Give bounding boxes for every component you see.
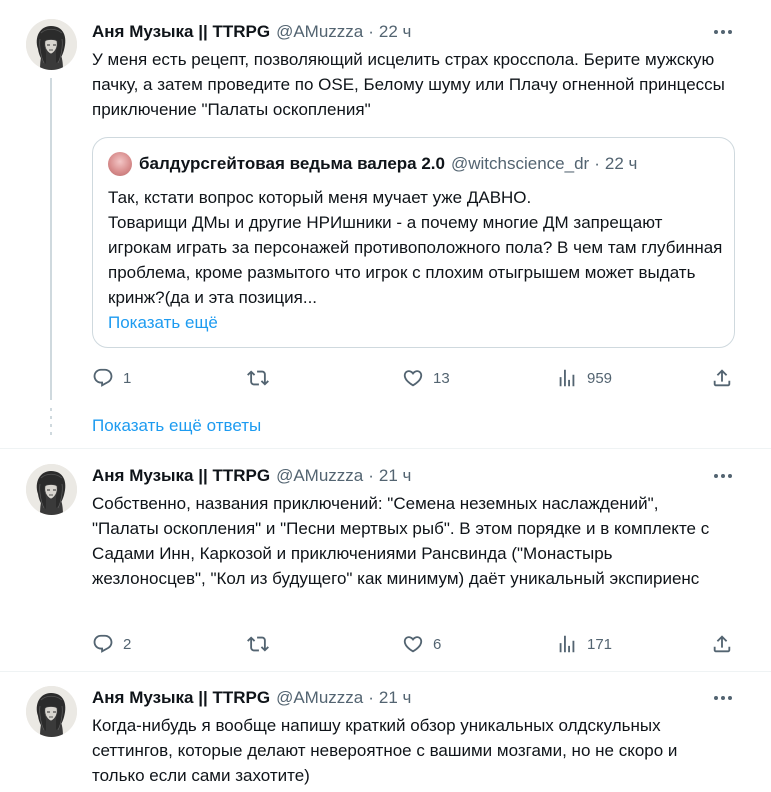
reply-count: 2 <box>123 635 132 653</box>
share-button[interactable] <box>711 366 733 390</box>
author-handle[interactable]: @AMuzzza <box>276 688 363 708</box>
quote-body: Так, кстати вопрос который меня мучает у… <box>108 188 723 307</box>
tweet-text: Собственно, названия приключений: "Семен… <box>92 494 710 588</box>
thread-ellipsis <box>50 408 52 440</box>
author-handle[interactable]: @AMuzzza <box>276 466 363 486</box>
reply-icon <box>92 633 114 655</box>
author-name[interactable]: Аня Музыка || TTRPG <box>92 466 270 486</box>
more-icon[interactable] <box>711 686 735 710</box>
retweet-button[interactable] <box>247 632 269 656</box>
tweet-header: Аня Музыка || TTRPG @AMuzzza · 21 ч <box>92 686 411 710</box>
show-more-link[interactable]: Показать ещё <box>108 310 728 335</box>
separator: · <box>594 154 600 173</box>
tweet-text: У меня есть рецепт, позволяющий исцелить… <box>92 50 725 119</box>
tweet[interactable]: Аня Музыка || TTRPG @AMuzzza · 22 ч У ме… <box>0 0 771 408</box>
quote-author-handle: @witchscience_dr <box>450 154 590 173</box>
reply-count: 1 <box>123 369 132 387</box>
share-button[interactable] <box>711 632 733 656</box>
separator: · <box>368 688 374 707</box>
reply-button[interactable]: 2 <box>92 632 131 656</box>
tweet[interactable]: Аня Музыка || TTRPG @AMuzzza · 21 ч Собс… <box>0 449 771 671</box>
quote-author-name: балдурсгейтовая ведьма валера 2.0 <box>139 154 445 173</box>
like-count: 13 <box>433 369 450 387</box>
author-name[interactable]: Аня Музыка || TTRPG <box>92 688 270 708</box>
avatar[interactable] <box>26 464 77 515</box>
separator: · <box>368 22 374 41</box>
reply-button[interactable]: 1 <box>92 366 131 390</box>
timestamp[interactable]: 21 ч <box>379 688 412 708</box>
tweet-header: Аня Музыка || TTRPG @AMuzzza · 21 ч <box>92 464 411 488</box>
avatar <box>108 152 132 176</box>
avatar[interactable] <box>26 19 77 70</box>
retweet-icon <box>247 367 269 389</box>
author-handle[interactable]: @AMuzzza <box>276 22 363 42</box>
views-button[interactable]: 959 <box>556 366 612 390</box>
quote-header: балдурсгейтовая ведьма валера 2.0 @witch… <box>139 152 637 176</box>
more-icon[interactable] <box>711 464 735 488</box>
heart-icon <box>402 633 424 655</box>
timestamp[interactable]: 22 ч <box>379 22 412 42</box>
heart-icon <box>402 367 424 389</box>
share-icon <box>711 633 733 655</box>
views-icon <box>556 367 578 389</box>
tweet-actions: 1 13 959 <box>92 366 736 390</box>
views-button[interactable]: 171 <box>556 632 612 656</box>
more-icon[interactable] <box>711 20 735 44</box>
like-count: 6 <box>433 635 442 653</box>
tweet-text: Когда-нибудь я вообще напишу краткий обз… <box>92 716 678 785</box>
views-count: 959 <box>587 369 613 387</box>
timestamp[interactable]: 21 ч <box>379 466 412 486</box>
avatar[interactable] <box>26 686 77 737</box>
like-button[interactable]: 6 <box>402 632 441 656</box>
views-count: 171 <box>587 635 613 653</box>
share-icon <box>711 367 733 389</box>
views-icon <box>556 633 578 655</box>
retweet-icon <box>247 633 269 655</box>
quote-text: Так, кстати вопрос который меня мучает у… <box>108 185 728 335</box>
tweet-header: Аня Музыка || TTRPG @AMuzzza · 22 ч <box>92 20 411 44</box>
reply-icon <box>92 367 114 389</box>
tweet-actions: 2 6 171 <box>92 632 736 656</box>
quote-timestamp: 22 ч <box>604 154 638 173</box>
separator: · <box>368 466 374 485</box>
tweet[interactable]: Аня Музыка || TTRPG @AMuzzza · 21 ч Когд… <box>0 672 771 792</box>
retweet-button[interactable] <box>247 366 269 390</box>
author-name[interactable]: Аня Музыка || TTRPG <box>92 22 270 42</box>
like-button[interactable]: 13 <box>402 366 450 390</box>
show-more-replies-link[interactable]: Показать ещё ответы <box>92 416 261 436</box>
quote-tweet[interactable]: балдурсгейтовая ведьма валера 2.0 @witch… <box>92 137 735 348</box>
